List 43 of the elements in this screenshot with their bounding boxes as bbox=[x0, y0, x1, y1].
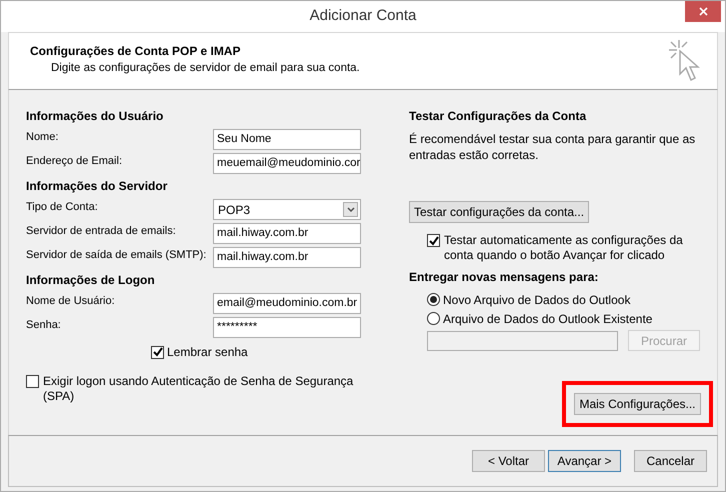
close-icon bbox=[698, 7, 708, 16]
checkbox[interactable] bbox=[427, 234, 440, 247]
account-type-dropdown[interactable]: POP3 bbox=[213, 199, 361, 220]
section-heading: Entregar novas mensagens para: bbox=[409, 269, 600, 286]
field-label: Servidor de saída de emails (SMTP): bbox=[26, 248, 208, 263]
input-field[interactable]: email@meudominio.com.br bbox=[213, 293, 361, 314]
cursor-click-icon bbox=[667, 38, 703, 84]
section-heading: Informações do Servidor bbox=[26, 178, 168, 195]
radio-label: Arquivo de Dados do Outlook Existente bbox=[443, 310, 652, 328]
checkbox[interactable] bbox=[26, 375, 39, 388]
checkbox[interactable] bbox=[151, 346, 164, 358]
checkbox-label: Lembrar senha bbox=[167, 344, 248, 361]
dialog-button[interactable]: Cancelar bbox=[634, 450, 707, 472]
radio-label: Novo Arquivo de Dados do Outlook bbox=[443, 292, 630, 308]
checkbox-label: Testar automaticamente as configurações da conta quando o botão Avançar for clicado bbox=[444, 233, 684, 263]
window-title: Adicionar Conta bbox=[310, 6, 416, 26]
section-heading: Testar Configurações da Conta bbox=[409, 108, 588, 125]
more-settings-button[interactable]: Mais Configurações... bbox=[574, 393, 701, 415]
dialog-button[interactable]: < Voltar bbox=[472, 450, 545, 472]
file-path-field[interactable] bbox=[427, 330, 618, 350]
test-settings-button[interactable]: Testar configurações da conta... bbox=[409, 201, 589, 223]
input-field[interactable]: meuemail@meudominio.cor bbox=[213, 153, 361, 174]
header-subtitle: Digite as configurações de servidor de email para sua conta. bbox=[50, 61, 360, 76]
radio-button[interactable] bbox=[427, 312, 440, 325]
description-text: É recomendável testar sua conta para garantir que as entradas estão corretas. bbox=[409, 131, 696, 163]
close-button[interactable] bbox=[685, 1, 721, 22]
field-label: Nome de Usuário: bbox=[26, 294, 116, 309]
header-title: Configurações de Conta POP e IMAP bbox=[30, 43, 242, 60]
radio-button[interactable] bbox=[427, 293, 440, 306]
input-field[interactable]: ********* bbox=[213, 317, 361, 338]
field-label: Tipo de Conta: bbox=[26, 200, 99, 215]
field-label: Servidor de entrada de emails: bbox=[26, 224, 177, 239]
input-field[interactable]: mail.hiway.com.br bbox=[213, 223, 361, 244]
section-heading: Informações do Usuário bbox=[26, 108, 164, 125]
input-field[interactable]: Seu Nome bbox=[213, 129, 361, 150]
field-label: Nome: bbox=[26, 130, 60, 145]
field-label: Endereço de Email: bbox=[26, 154, 123, 169]
input-field[interactable]: mail.hiway.com.br bbox=[213, 247, 361, 268]
field-label: Senha: bbox=[26, 318, 62, 333]
section-heading: Informações de Logon bbox=[26, 272, 156, 289]
checkbox-label: Exigir logon usando Autenticação de Senha de Segurança (SPA) bbox=[43, 374, 354, 404]
dialog-button[interactable]: Avançar > bbox=[548, 450, 621, 472]
chevron-down-icon bbox=[346, 207, 354, 212]
